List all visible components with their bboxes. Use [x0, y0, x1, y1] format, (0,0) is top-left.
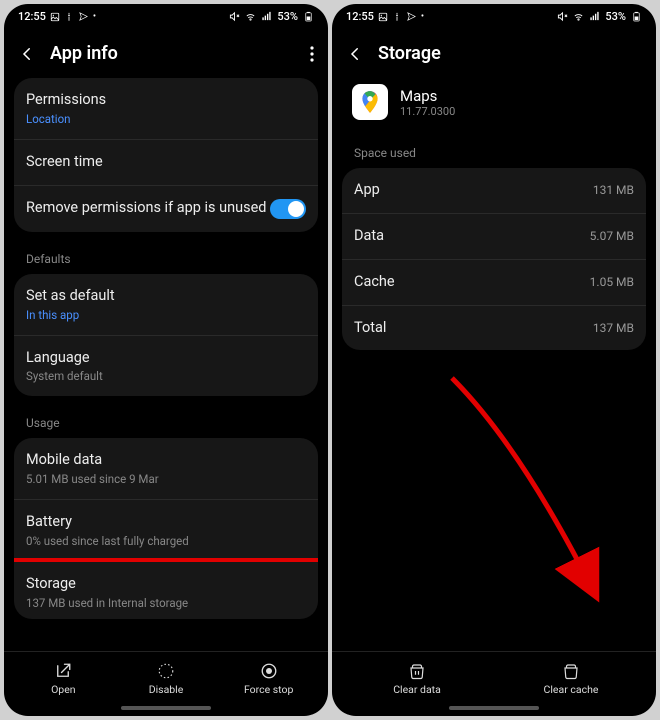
nav-pill[interactable] [449, 706, 539, 710]
section-space-used: Space used [342, 134, 646, 168]
wifi-icon [573, 11, 584, 22]
status-battery: 53% [277, 10, 298, 23]
back-icon[interactable] [18, 45, 36, 63]
page-title: Storage [378, 43, 642, 64]
more-icon[interactable] [310, 46, 314, 62]
status-bar: 12:55 • 53% [4, 4, 328, 25]
header: Storage [332, 25, 656, 78]
status-time: 12:55 [18, 10, 46, 23]
header: App info [4, 25, 328, 78]
language-row[interactable]: Language System default [14, 336, 318, 397]
maps-app-icon [352, 84, 388, 120]
status-battery: 53% [605, 10, 626, 23]
app-header: Maps 11.77.0300 [342, 78, 646, 134]
space-app-row: App 131 MB [342, 168, 646, 214]
set-default-row[interactable]: Set as default In this app [14, 274, 318, 336]
wifi-icon [245, 11, 256, 22]
status-time: 12:55 [346, 10, 374, 23]
section-defaults: Defaults [14, 240, 318, 274]
phone-left-app-info: 12:55 • 53% App info Permissions Locatio… [4, 4, 328, 716]
signal-icon [261, 11, 272, 22]
bottom-bar: Clear data Clear cache [332, 651, 656, 702]
remove-permissions-toggle[interactable] [270, 199, 306, 219]
open-button[interactable]: Open [12, 662, 115, 696]
bottom-bar: Open Disable Force stop [4, 651, 328, 702]
battery-row[interactable]: Battery 0% used since last fully charged [14, 500, 318, 562]
space-total-row: Total 137 MB [342, 306, 646, 351]
clear-cache-button[interactable]: Clear cache [494, 662, 648, 696]
phone-right-storage: 12:55 • 53% Storage Maps 11.77.0300 [332, 4, 656, 716]
status-bar: 12:55 • 53% [332, 4, 656, 25]
mobile-data-row[interactable]: Mobile data 5.01 MB used since 9 Mar [14, 438, 318, 500]
permissions-row[interactable]: Permissions Location [14, 78, 318, 140]
space-cache-row: Cache 1.05 MB [342, 260, 646, 306]
mute-icon [229, 11, 240, 22]
app-name: Maps [400, 87, 455, 105]
nav-pill[interactable] [121, 706, 211, 710]
annotation-arrow [442, 368, 622, 618]
mute-icon [557, 11, 568, 22]
space-data-row: Data 5.07 MB [342, 214, 646, 260]
clear-data-button[interactable]: Clear data [340, 662, 494, 696]
battery-icon [303, 11, 314, 22]
remove-permissions-row[interactable]: Remove permissions if app is unused [14, 186, 318, 232]
battery-icon [631, 11, 642, 22]
page-title: App info [50, 43, 296, 64]
force-stop-button[interactable]: Force stop [217, 662, 320, 696]
screen-time-row[interactable]: Screen time [14, 140, 318, 186]
app-version: 11.77.0300 [400, 105, 455, 118]
disable-button[interactable]: Disable [115, 662, 218, 696]
storage-row[interactable]: Storage 137 MB used in Internal storage [14, 558, 318, 619]
signal-icon [589, 11, 600, 22]
section-usage: Usage [14, 404, 318, 438]
back-icon[interactable] [346, 45, 364, 63]
